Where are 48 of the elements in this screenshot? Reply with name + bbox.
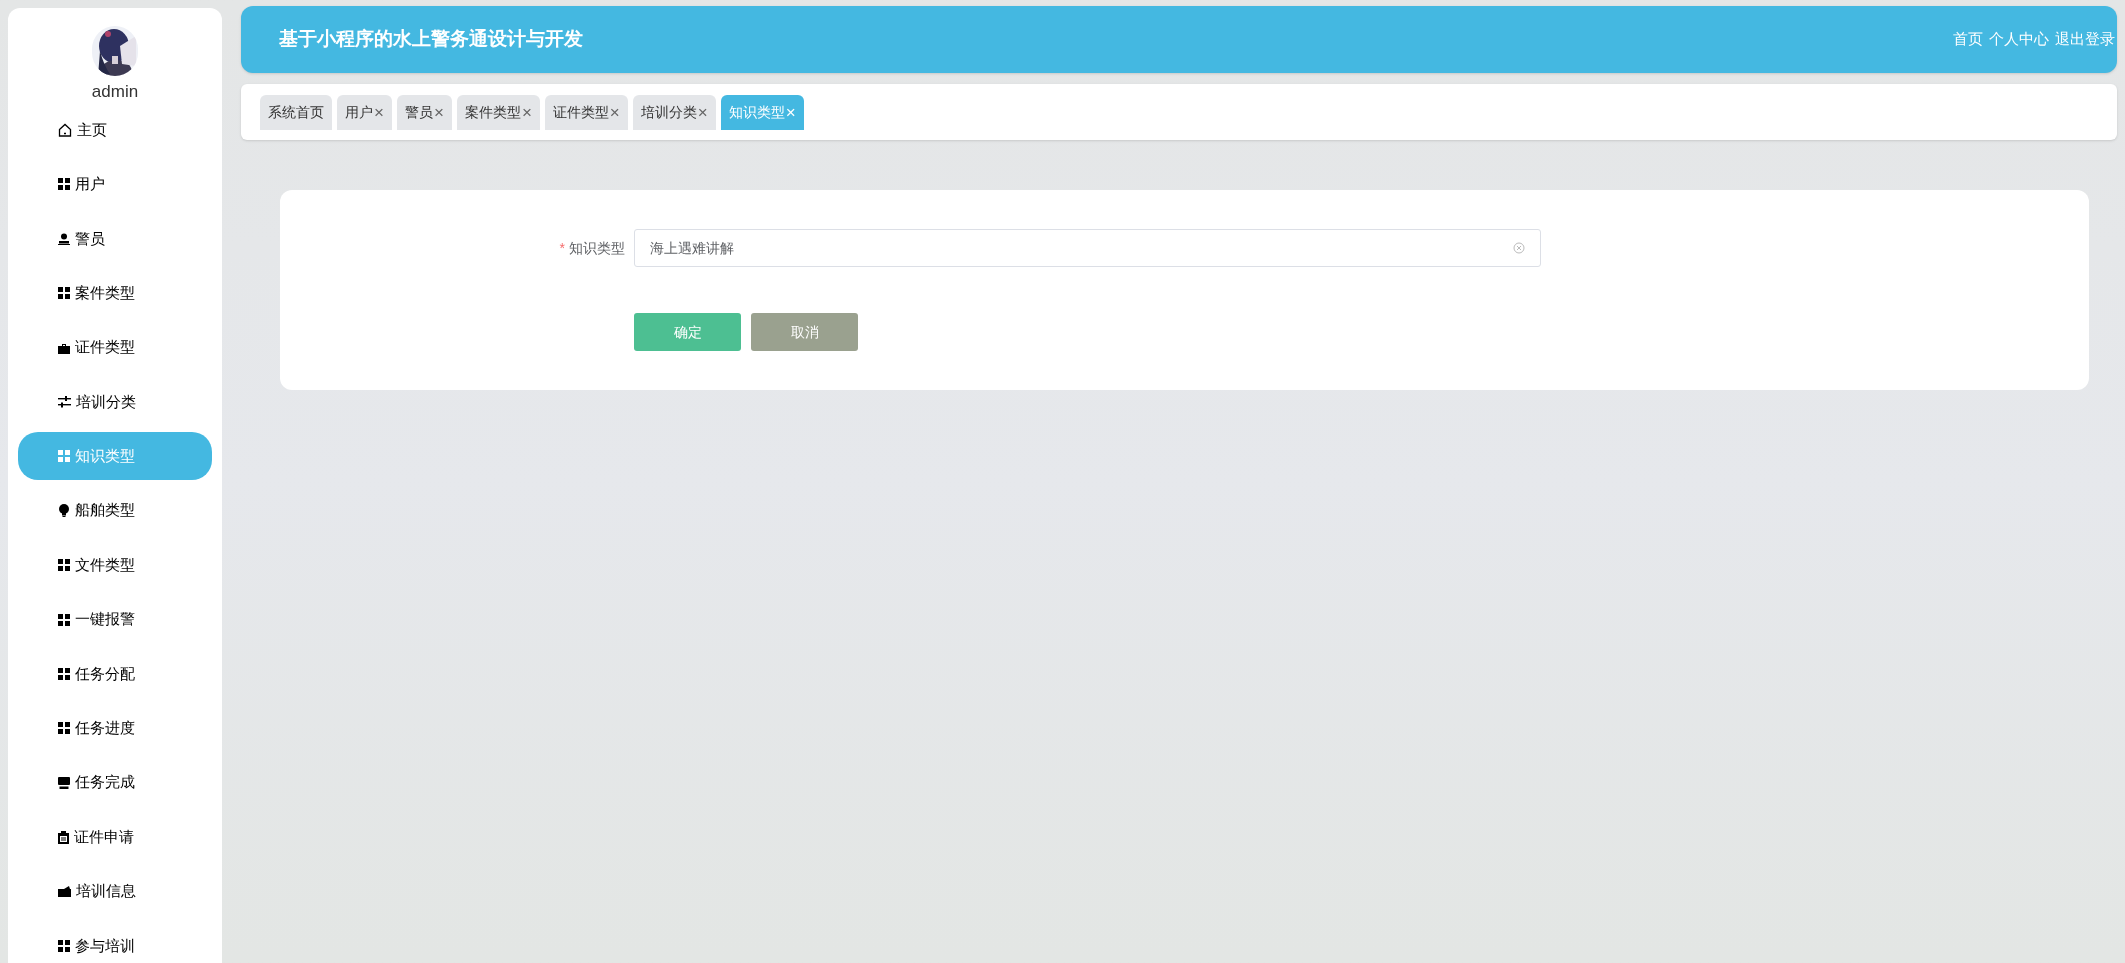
field-label: 知识类型 [569,238,625,258]
clear-icon[interactable] [1513,242,1525,254]
menu-item[interactable]: 任务完成 [18,758,212,807]
grid-icon [58,559,70,572]
tab[interactable]: 系统首页 [260,94,332,130]
grid-icon [58,287,70,300]
menu-item[interactable]: 证件类型 [18,323,212,372]
briefcase-icon [58,341,70,354]
grid-icon [58,667,70,680]
tab[interactable]: 用户× [337,94,392,130]
tab[interactable]: 警员× [396,94,452,130]
home-icon [58,123,72,137]
sliders-icon [58,395,71,408]
grid-icon [58,450,70,463]
close-icon[interactable]: × [609,103,620,121]
clipboard-icon [58,830,69,844]
app-title: 基于小程序的水上警务通设计与开发 [279,27,584,52]
tab[interactable]: 证件类型× [544,94,628,130]
close-icon[interactable]: × [374,103,384,121]
menu-item[interactable]: 警员 [18,214,212,263]
input-field[interactable]: 海上遇难讲解 [634,229,1541,267]
tab[interactable]: 培训分类× [632,94,716,130]
bulb-icon [58,504,70,518]
menu-item[interactable]: 培训分类 [18,377,212,426]
grid-icon [58,939,70,952]
menu-item[interactable]: 主页 [18,106,212,154]
menu-item[interactable]: 培训信息 [18,867,212,916]
menu-item[interactable]: 参与培训 [18,921,212,963]
close-icon[interactable]: × [433,103,444,121]
menu-item[interactable]: 船舶类型 [18,486,212,535]
person-icon [58,232,70,245]
menu-item[interactable]: 文件类型 [18,541,212,590]
grid-icon [58,722,70,735]
close-icon[interactable]: × [521,103,532,121]
menu-item[interactable]: 用户 [18,160,212,209]
menu-item[interactable]: 任务分配 [18,649,212,698]
wallet-icon [58,885,71,898]
grid-icon [58,178,70,191]
menu-item[interactable]: 任务进度 [18,704,212,753]
tab[interactable]: 案件类型× [456,94,540,130]
close-icon[interactable]: × [697,103,708,121]
menu-item[interactable]: 一键报警 [18,595,212,644]
required-mark: * [559,238,565,258]
menu-item[interactable]: 证件申请 [18,813,212,862]
tray-icon [58,776,70,789]
user-name: admin [91,82,139,102]
grid-icon [58,613,70,626]
menu-item[interactable]: 案件类型 [18,269,212,318]
